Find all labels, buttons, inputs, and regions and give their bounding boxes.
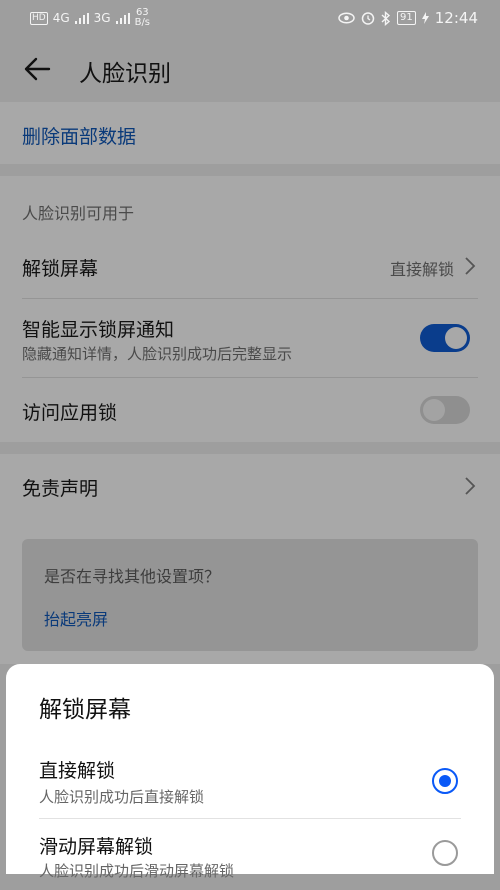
delete-section: 删除面部数据 <box>0 102 500 164</box>
unlock-screen-title: 解锁屏幕 <box>22 258 99 280</box>
smart-notify-subtitle: 隐藏通知详情，人脸识别成功后完整显示 <box>22 345 293 363</box>
suggestion-question: 是否在寻找其他设置项？ <box>44 567 221 586</box>
smart-notify-title: 智能显示锁屏通知 <box>22 319 175 341</box>
smart-notify-toggle[interactable] <box>420 324 470 352</box>
charging-icon <box>421 12 429 24</box>
group-label: 人脸识别可用于 <box>22 204 135 223</box>
option-subtitle: 人脸识别成功后直接解锁 <box>39 788 205 806</box>
divider <box>39 818 461 819</box>
clock-time: 12:44 <box>434 9 478 27</box>
option-subtitle: 人脸识别成功后滑动屏幕解锁 <box>39 862 235 880</box>
status-bar: HD 4G 3G 63 B/s 91 12:44 <box>0 0 500 36</box>
app-header: 人脸识别 <box>0 36 500 102</box>
app-lock-toggle[interactable] <box>420 396 470 424</box>
signal-icon-2 <box>115 12 130 24</box>
app-lock-row[interactable]: 访问应用锁 <box>0 378 500 442</box>
alarm-icon <box>361 12 375 25</box>
delete-face-data-button[interactable]: 删除面部数据 <box>22 122 136 149</box>
hd-icon: HD <box>30 11 48 25</box>
sheet-title: 解锁屏幕 <box>39 697 131 723</box>
page-title: 人脸识别 <box>79 61 171 87</box>
radio-selected[interactable] <box>432 768 458 794</box>
back-arrow-icon[interactable] <box>22 54 52 84</box>
unlock-screen-row[interactable]: 解锁屏幕 直接解锁 <box>0 242 500 298</box>
option-title: 直接解锁 <box>39 760 116 782</box>
option-direct-unlock[interactable]: 直接解锁 人脸识别成功后直接解锁 <box>6 752 494 818</box>
option-swipe-unlock[interactable]: 滑动屏幕解锁 人脸识别成功后滑动屏幕解锁 <box>6 830 494 890</box>
smart-notify-row[interactable]: 智能显示锁屏通知 隐藏通知详情，人脸识别成功后完整显示 <box>0 299 500 377</box>
network-3g-label: 3G <box>93 11 111 25</box>
net-speed: 63 B/s <box>134 7 151 28</box>
eye-icon <box>338 12 355 24</box>
suggestion-card: 是否在寻找其他设置项？ 抬起亮屏 <box>22 539 478 651</box>
app-lock-title: 访问应用锁 <box>22 402 118 424</box>
radio-unselected[interactable] <box>432 840 458 866</box>
bluetooth-icon <box>381 10 391 26</box>
option-title: 滑动屏幕解锁 <box>39 836 154 858</box>
raise-to-wake-link[interactable]: 抬起亮屏 <box>44 606 108 630</box>
unlock-mode-sheet: 解锁屏幕 直接解锁 人脸识别成功后直接解锁 滑动屏幕解锁 人脸识别成功后滑动屏幕… <box>6 664 494 880</box>
disclaimer-title: 免责声明 <box>22 478 99 500</box>
toggle-knob <box>445 327 467 349</box>
chevron-right-icon <box>465 477 476 495</box>
unlock-screen-value: 直接解锁 <box>389 260 454 279</box>
usage-section: 人脸识别可用于 解锁屏幕 直接解锁 智能显示锁屏通知 隐藏通知详情，人脸识别成功… <box>0 176 500 442</box>
disclaimer-section: 免责声明 是否在寻找其他设置项？ 抬起亮屏 <box>0 454 500 664</box>
network-4g-label: 4G <box>52 11 70 25</box>
chevron-right-icon <box>465 257 476 275</box>
disclaimer-row[interactable]: 免责声明 <box>0 454 500 518</box>
battery-icon: 91 <box>397 11 416 25</box>
signal-icon <box>74 12 89 24</box>
toggle-knob <box>423 399 445 421</box>
